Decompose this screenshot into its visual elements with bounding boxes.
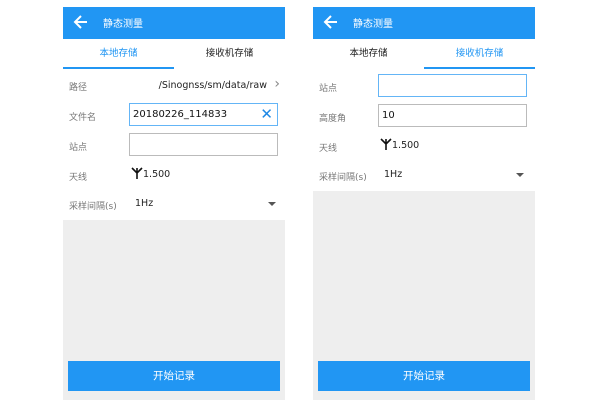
storage-tabs: 本地存储 接收机存储 [63, 39, 285, 69]
clear-icon[interactable]: ✕ [260, 106, 273, 122]
storage-tabs: 本地存储 接收机存储 [313, 39, 535, 69]
filename-label: 文件名 [69, 113, 97, 123]
station-label: 站点 [319, 84, 338, 94]
tab-local-storage[interactable]: 本地存储 [63, 39, 174, 69]
start-recording-button[interactable]: 开始记录 [68, 361, 280, 391]
elevation-mask-value: 10 [382, 110, 395, 121]
interval-label: 采样间隔(s) [319, 173, 367, 183]
title-bar: 静态测量 [313, 7, 535, 39]
back-arrow-icon[interactable] [321, 12, 341, 32]
filename-input[interactable]: 20180226_114833 ✕ [129, 103, 278, 126]
station-label: 站点 [69, 143, 88, 153]
antenna-value[interactable]: 1.500 [392, 140, 419, 151]
receiver-storage-screen: 静态测量 本地存储 接收机存储 站点 高度角 10 天线 1.500 采样间隔(… [313, 0, 535, 400]
local-storage-screen: 静态测量 本地存储 接收机存储 路径 /Sinognss/sm/data/raw… [63, 0, 285, 400]
chevron-right-icon[interactable]: › [274, 76, 280, 92]
back-arrow-icon[interactable] [71, 12, 91, 32]
dropdown-arrow-icon[interactable] [268, 202, 276, 206]
tab-receiver-storage[interactable]: 接收机存储 [174, 39, 285, 69]
antenna-icon [131, 167, 143, 179]
tab-receiver-storage[interactable]: 接收机存储 [424, 39, 535, 69]
interval-label: 采样间隔(s) [69, 202, 117, 212]
path-label: 路径 [69, 83, 88, 93]
path-value[interactable]: /Sinognss/sm/data/raw [159, 80, 267, 91]
antenna-icon [380, 138, 392, 150]
station-input[interactable] [129, 133, 278, 156]
tab-local-storage[interactable]: 本地存储 [313, 39, 424, 69]
station-input[interactable] [378, 74, 527, 97]
antenna-value[interactable]: 1.500 [143, 169, 170, 180]
page-title: 静态测量 [103, 19, 143, 30]
elevation-mask-label: 高度角 [319, 114, 347, 124]
elevation-mask-input[interactable]: 10 [378, 104, 527, 127]
interval-select[interactable]: 1Hz [135, 198, 153, 209]
antenna-label: 天线 [319, 144, 338, 154]
title-bar: 静态测量 [63, 7, 285, 39]
antenna-label: 天线 [69, 173, 88, 183]
filename-value: 20180226_114833 [133, 109, 228, 120]
dropdown-arrow-icon[interactable] [516, 173, 524, 177]
interval-select[interactable]: 1Hz [384, 169, 402, 180]
page-title: 静态测量 [353, 19, 393, 30]
start-recording-button[interactable]: 开始记录 [318, 361, 530, 391]
